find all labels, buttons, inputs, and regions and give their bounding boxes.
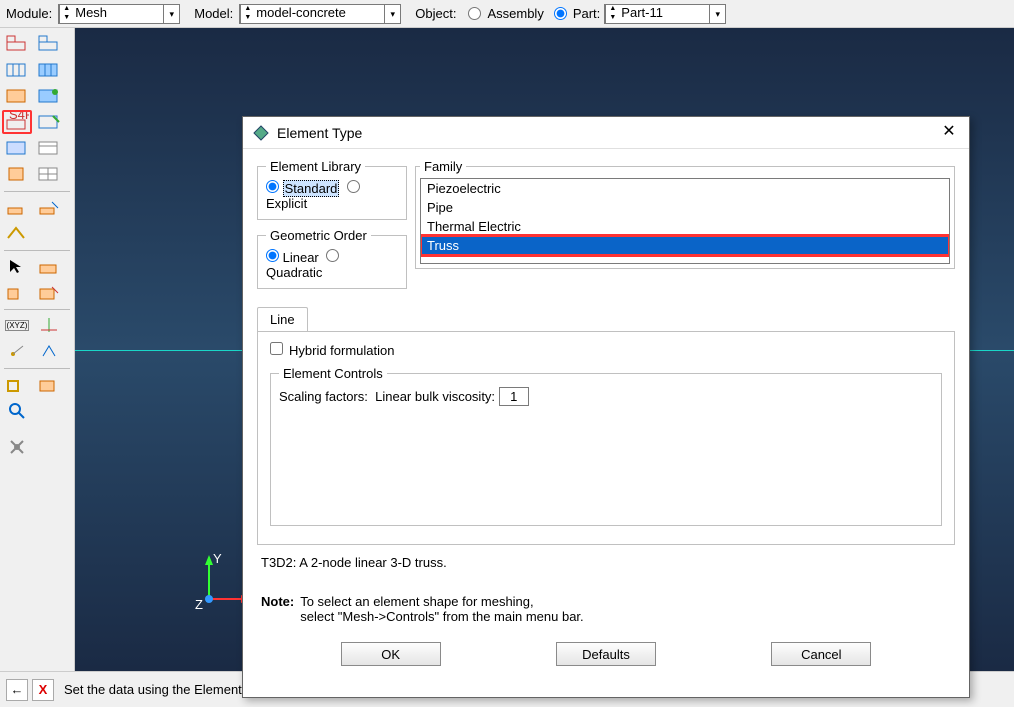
family-item-pipe[interactable]: Pipe	[421, 198, 949, 217]
remesh-icon[interactable]	[34, 84, 64, 108]
tab-content: Hybrid formulation Element Controls Scal…	[257, 331, 955, 545]
tab-line[interactable]: Line	[257, 307, 308, 331]
csys-icon[interactable]: (XYZ)	[2, 313, 32, 337]
mesh-region-icon[interactable]	[34, 58, 64, 82]
family-legend: Family	[420, 159, 466, 174]
edit-node-icon[interactable]	[34, 195, 64, 219]
assembly-radio[interactable]	[468, 7, 481, 20]
table-icon[interactable]	[34, 162, 64, 186]
part-combo[interactable]: ▲▼ Part-11 ▾	[604, 4, 726, 24]
element-type-icon[interactable]: S4R	[2, 110, 32, 134]
part-label: Part:	[573, 6, 600, 21]
mesh-part-icon[interactable]	[2, 58, 32, 82]
dialog-title: Element Type	[277, 125, 939, 141]
swap-icon[interactable]	[2, 280, 32, 304]
svg-text:S4R: S4R	[9, 112, 29, 122]
create-node-icon[interactable]	[2, 195, 32, 219]
viscosity-label: Linear bulk viscosity:	[375, 389, 495, 404]
note-line1: To select an element shape for meshing,	[300, 594, 583, 609]
partition-icon[interactable]	[34, 254, 64, 278]
module-label: Module:	[6, 6, 52, 21]
element-library-group: Element Library Standard Explicit	[257, 159, 407, 220]
element-library-legend: Element Library	[266, 159, 365, 174]
split-icon[interactable]	[34, 280, 64, 304]
cancel-procedure-button[interactable]: X	[32, 679, 54, 701]
element-controls-legend: Element Controls	[279, 366, 387, 381]
defaults-button[interactable]: Defaults	[556, 642, 656, 666]
svg-text:Z: Z	[195, 597, 203, 611]
scaling-label: Scaling factors:	[279, 389, 368, 404]
family-group: Family Piezoelectric Pipe Thermal Electr…	[415, 159, 955, 269]
family-item-thermal-electric[interactable]: Thermal Electric	[421, 217, 949, 236]
settings-icon[interactable]	[2, 434, 32, 458]
element-description: T3D2: A 2-node linear 3-D truss.	[261, 555, 951, 570]
seed-edges-icon[interactable]	[34, 32, 64, 56]
mesh-controls-icon[interactable]	[34, 110, 64, 134]
virtual-topo-icon[interactable]	[2, 372, 32, 396]
geometric-order-group: Geometric Order Linear Quadratic	[257, 228, 407, 289]
module-toolbox: S4R (XYZ)	[0, 28, 75, 671]
delete-mesh-icon[interactable]	[2, 84, 32, 108]
verify-mesh-icon[interactable]	[2, 136, 32, 160]
geom-edit-icon[interactable]	[34, 372, 64, 396]
note-block: Note: To select an element shape for mes…	[261, 594, 951, 624]
part-radio[interactable]	[554, 7, 567, 20]
context-bar: Module: ▲▼ Mesh ▾ Model: ▲▼ model-concre…	[0, 0, 1014, 28]
query-icon[interactable]	[2, 398, 32, 422]
module-combo[interactable]: ▲▼ Mesh ▾	[58, 4, 180, 24]
dialog-icon	[253, 125, 269, 141]
select-icon[interactable]	[2, 254, 32, 278]
cancel-button[interactable]: Cancel	[771, 642, 871, 666]
close-button[interactable]: ✕	[939, 123, 959, 143]
element-controls-group: Element Controls Scaling factors: Linear…	[270, 366, 942, 526]
family-item-truss[interactable]: Truss	[421, 236, 949, 255]
dialog-titlebar[interactable]: Element Type ✕	[243, 117, 969, 149]
model-combo[interactable]: ▲▼ model-concrete ▾	[239, 4, 401, 24]
geometric-order-legend: Geometric Order	[266, 228, 371, 243]
linear-option[interactable]: Linear	[266, 250, 319, 265]
seed-part-icon[interactable]	[2, 32, 32, 56]
svg-text:Y: Y	[213, 551, 222, 566]
model-label: Model:	[194, 6, 233, 21]
ok-button[interactable]: OK	[341, 642, 441, 666]
orphan-mesh-icon[interactable]	[2, 162, 32, 186]
family-list[interactable]: Piezoelectric Pipe Thermal Electric Trus…	[420, 178, 950, 264]
datum-point-icon[interactable]	[2, 339, 32, 363]
standard-option[interactable]: Standard	[266, 181, 339, 196]
assembly-label: Assembly	[487, 6, 543, 21]
object-label: Object:	[415, 6, 456, 21]
mesh-stats-icon[interactable]	[34, 136, 64, 160]
datum-axis-icon[interactable]	[34, 313, 64, 337]
note-label: Note:	[261, 594, 294, 624]
datum-plane-icon[interactable]	[34, 339, 64, 363]
note-line2: select "Mesh->Controls" from the main me…	[300, 609, 583, 624]
hybrid-checkbox[interactable]: Hybrid formulation	[270, 343, 395, 358]
element-type-dialog: Element Type ✕ Element Library Standard …	[242, 116, 970, 698]
back-button[interactable]: ←	[6, 679, 28, 701]
viscosity-input[interactable]	[499, 387, 529, 406]
family-item-piezoelectric[interactable]: Piezoelectric	[421, 179, 949, 198]
create-element-icon[interactable]	[2, 221, 32, 245]
